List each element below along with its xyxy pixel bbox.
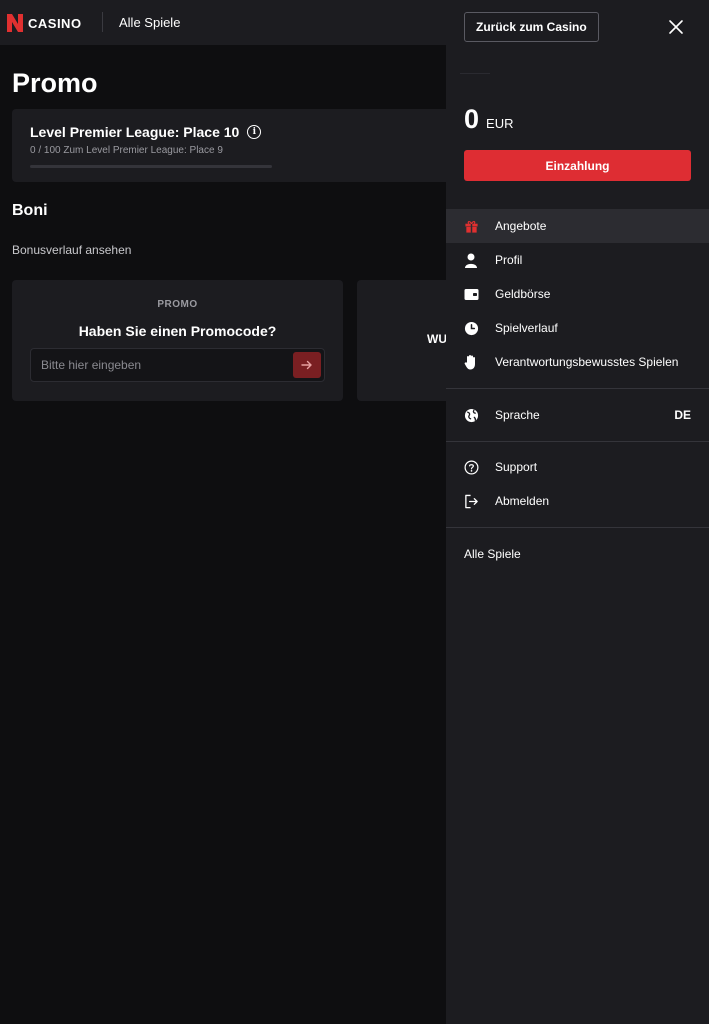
level-title-text: Level Premier League: Place 10 [30,124,240,140]
menu-item-profile[interactable]: Profil [446,243,709,277]
level-title: Level Premier League: Place 10 i [30,124,262,140]
balance-amount: 0 [464,104,480,134]
casino-logo[interactable]: CASINO [6,13,82,33]
globe-icon [463,407,479,423]
menu-item-wallet[interactable]: Geldbörse [446,277,709,311]
promo-heading: Haben Sie einen Promocode? [78,323,277,339]
header-divider [102,12,103,32]
language-value: DE [674,408,691,422]
page-title: Promo [12,68,98,98]
menu-item-offers[interactable]: Angebote [446,209,709,243]
wallet-icon [463,286,479,302]
menu-item-label: Angebote [495,219,547,233]
menu-item-game-history[interactable]: Spielverlauf [446,311,709,345]
drawer-thin-divider [460,73,490,74]
menu-item-support[interactable]: Support [446,450,709,484]
logo-text: CASINO [28,15,82,31]
menu-item-label: Sprache [495,408,540,422]
info-icon[interactable]: i [247,125,262,139]
clock-icon [463,320,479,336]
menu-divider [446,441,709,442]
menu-item-label: Profil [495,253,523,267]
level-card: Level Premier League: Place 10 i 0 / 100… [12,109,452,182]
n-logo-icon [7,14,23,32]
bonus-section-title: Boni [12,202,48,219]
bonus-history-link[interactable]: Bonusverlauf ansehen [12,243,131,257]
menu-item-label: Support [495,460,538,474]
deposit-button[interactable]: Einzahlung [464,150,691,181]
balance-display: 0 EUR [464,104,513,135]
balance-currency: EUR [486,116,514,131]
menu-divider [446,388,709,389]
menu-item-language[interactable]: Sprache DE [446,398,709,432]
back-to-casino-button[interactable]: Zurück zum Casino [464,12,599,42]
user-icon [463,252,479,268]
promo-code-input[interactable] [31,349,286,381]
side-drawer: Zurück zum Casino 0 EUR Einzahlung Angeb… [446,0,709,1024]
hand-icon [463,354,479,370]
promo-label: PROMO [157,299,198,310]
menu-item-label: Geldbörse [495,287,551,301]
menu-item-label: Abmelden [495,494,550,508]
promo-code-card: PROMO Haben Sie einen Promocode? [12,280,343,401]
bonus-card-text: WU [427,332,447,346]
menu-divider [446,527,709,528]
level-progress-bar [30,165,272,168]
level-subtitle: 0 / 100 Zum Level Premier League: Place … [30,145,223,156]
menu-item-label: Spielverlauf [495,321,558,335]
menu-item-label: Verantwortungsbewusstes Spielen [495,355,679,369]
nav-all-games-link[interactable]: Alle Spiele [119,15,180,30]
promo-submit-button[interactable] [293,352,321,378]
menu-item-logout[interactable]: Abmelden [446,484,709,518]
logout-icon [463,493,479,509]
close-icon[interactable] [668,19,684,35]
menu-item-responsible-gaming[interactable]: Verantwortungsbewusstes Spielen [446,345,709,379]
help-circle-icon [463,459,479,475]
gift-icon [463,218,479,234]
arrow-right-icon [301,360,312,370]
drawer-all-games-link[interactable]: Alle Spiele [464,547,521,561]
promo-input-wrapper [30,348,325,382]
